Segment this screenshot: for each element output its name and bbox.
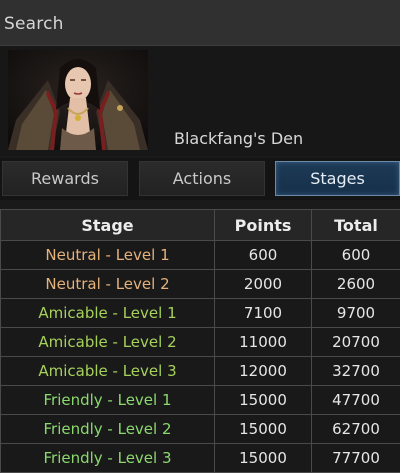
column-header-stage: Stage <box>1 210 215 241</box>
table-row: Amicable - Level 3 12000 32700 <box>1 357 400 386</box>
search-label: Search <box>4 14 64 34</box>
stage-cell: Amicable - Level 3 <box>1 357 215 386</box>
stage-cell: Amicable - Level 1 <box>1 299 215 328</box>
tab-stages[interactable]: Stages <box>275 161 400 196</box>
stage-cell: Neutral - Level 2 <box>1 270 215 299</box>
points-cell: 12000 <box>215 357 312 386</box>
total-cell: 2600 <box>312 270 400 299</box>
tab-stages-label: Stages <box>310 169 365 188</box>
total-cell: 9700 <box>312 299 400 328</box>
total-cell: 32700 <box>312 357 400 386</box>
location-name: Blackfang's Den <box>174 129 303 148</box>
total-cell: 47700 <box>312 386 400 415</box>
points-cell: 11000 <box>215 328 312 357</box>
table-row: Friendly - Level 3 15000 77700 <box>1 444 400 473</box>
column-header-total: Total <box>312 210 400 241</box>
npc-portrait-image <box>8 50 148 150</box>
table-row: Amicable - Level 2 11000 20700 <box>1 328 400 357</box>
points-cell: 15000 <box>215 444 312 473</box>
stage-cell: Neutral - Level 1 <box>1 241 215 270</box>
points-cell: 15000 <box>215 415 312 444</box>
tab-actions[interactable]: Actions <box>139 161 265 196</box>
table-row: Neutral - Level 2 2000 2600 <box>1 270 400 299</box>
table-row: Friendly - Level 1 15000 47700 <box>1 386 400 415</box>
points-cell: 15000 <box>215 386 312 415</box>
stage-cell: Amicable - Level 2 <box>1 328 215 357</box>
table-row: Friendly - Level 2 15000 62700 <box>1 415 400 444</box>
table-row: Neutral - Level 1 600 600 <box>1 241 400 270</box>
points-cell: 7100 <box>215 299 312 328</box>
stage-cell: Friendly - Level 1 <box>1 386 215 415</box>
stage-cell: Friendly - Level 2 <box>1 415 215 444</box>
total-cell: 20700 <box>312 328 400 357</box>
total-cell: 77700 <box>312 444 400 473</box>
stages-table: Stage Points Total Neutral - Level 1 600… <box>0 209 400 473</box>
points-cell: 600 <box>215 241 312 270</box>
points-cell: 2000 <box>215 270 312 299</box>
total-cell: 62700 <box>312 415 400 444</box>
table-row: Amicable - Level 1 7100 9700 <box>1 299 400 328</box>
stage-cell: Friendly - Level 3 <box>1 444 215 473</box>
column-header-points: Points <box>215 210 312 241</box>
tab-rewards[interactable]: Rewards <box>2 161 128 196</box>
total-cell: 600 <box>312 241 400 270</box>
table-header-row: Stage Points Total <box>1 210 400 241</box>
search-bar[interactable]: Search <box>0 0 400 46</box>
tab-rewards-label: Rewards <box>31 169 99 188</box>
tab-actions-label: Actions <box>173 169 231 188</box>
npc-portrait <box>8 50 148 150</box>
